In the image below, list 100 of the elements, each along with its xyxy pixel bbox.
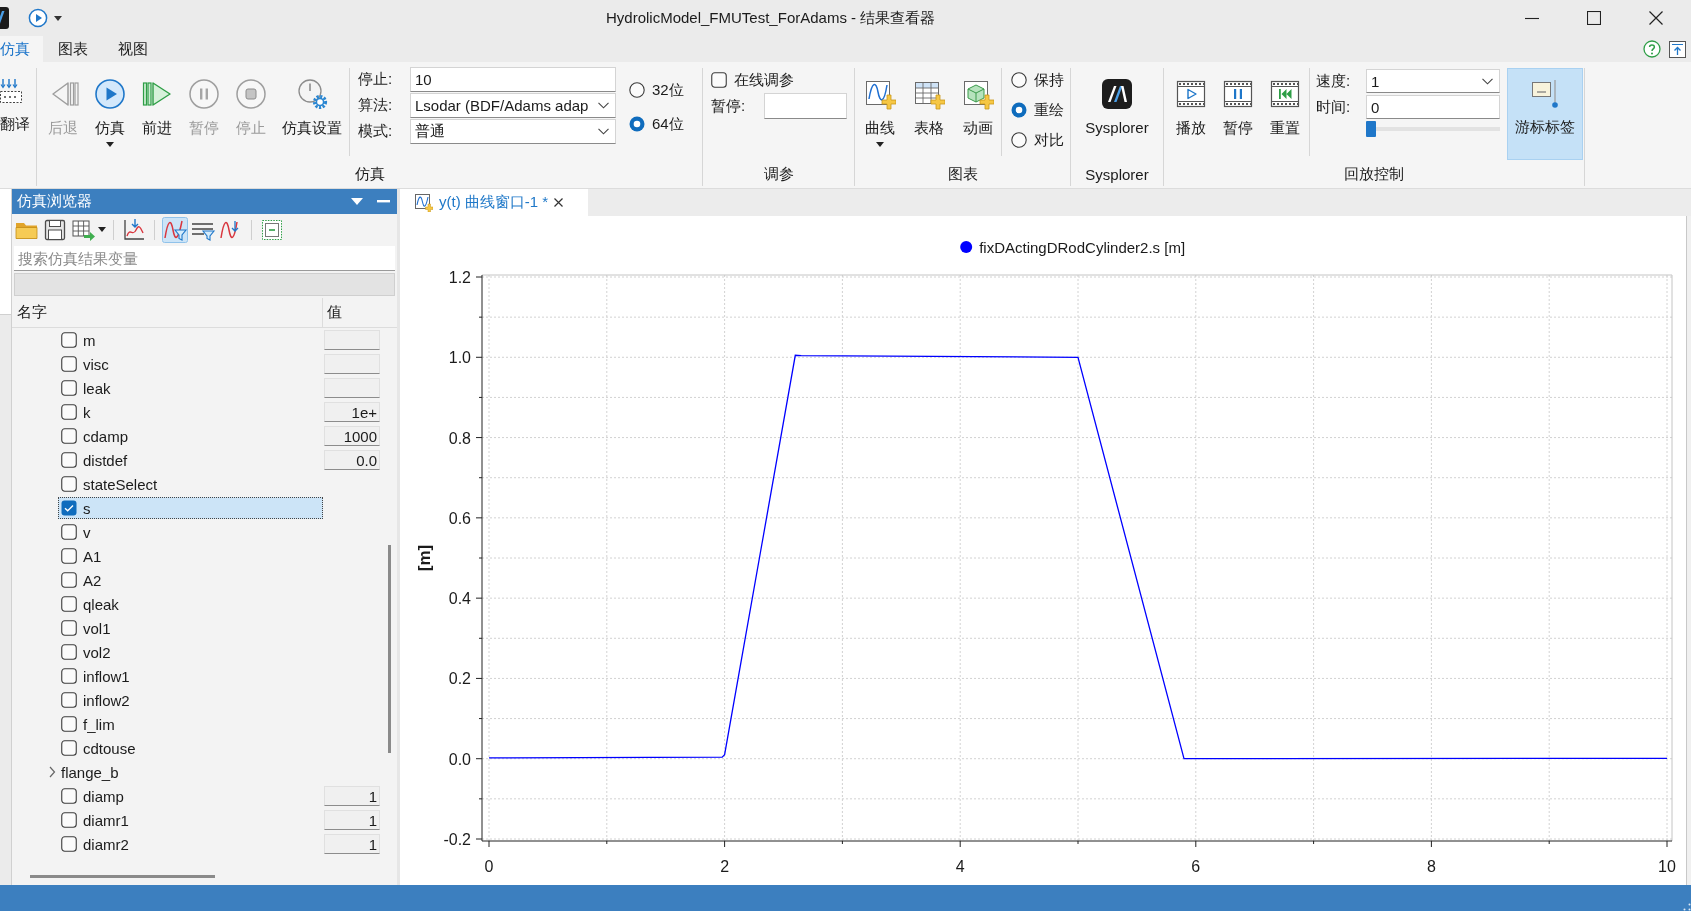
app-launch-button[interactable]: Sysplorer — [1077, 68, 1157, 138]
checkbox-option[interactable]: 在线调参 — [711, 70, 794, 90]
checkbox-icon[interactable] — [61, 332, 77, 348]
tree-item[interactable]: m — [58, 329, 323, 351]
close-icon[interactable] — [1649, 11, 1663, 25]
checkbox-icon[interactable] — [61, 740, 77, 756]
tree-item[interactable]: diamr1 — [58, 809, 323, 831]
caret-icon[interactable] — [54, 15, 62, 21]
tree-item[interactable]: vol2 — [58, 641, 323, 663]
menu-tab[interactable]: 仿真 — [0, 36, 43, 62]
table-button[interactable]: 表格 — [905, 68, 953, 138]
close-icon[interactable] — [554, 198, 564, 207]
tree-item[interactable]: vol1 — [58, 617, 323, 639]
tree-item[interactable]: stateSelect — [58, 473, 323, 495]
tree-item[interactable]: flange_b — [58, 761, 323, 783]
checkbox-icon[interactable] — [61, 644, 77, 660]
run-icon[interactable] — [28, 8, 48, 28]
chevron-icon[interactable] — [48, 766, 56, 778]
tree-item[interactable]: visc — [58, 353, 323, 375]
tree-item[interactable]: inflow1 — [58, 665, 323, 687]
compile-button[interactable]: 翻译 — [0, 68, 30, 134]
dropdown-field[interactable]: 普通 — [410, 118, 616, 144]
radio-option[interactable]: 重绘 — [1011, 100, 1064, 120]
tree-item[interactable]: A1 — [58, 545, 323, 567]
dropdown-field[interactable]: 1 — [1366, 69, 1500, 93]
checkbox-icon[interactable] — [61, 716, 77, 732]
vertical-scrollbar[interactable] — [388, 545, 391, 753]
checkbox-icon[interactable] — [61, 452, 77, 468]
checkbox-icon[interactable] — [61, 428, 77, 444]
play-playback-button[interactable]: 播放 — [1167, 68, 1215, 138]
radio-option[interactable]: 对比 — [1011, 130, 1064, 150]
menu-tab[interactable]: 视图 — [103, 36, 163, 62]
tree-item[interactable]: k — [58, 401, 323, 423]
arrow-up-box-icon[interactable] — [1669, 40, 1686, 58]
tree-item[interactable]: diamr2 — [58, 833, 323, 855]
chart-import-icon[interactable] — [121, 216, 147, 243]
help-icon[interactable] — [1643, 40, 1661, 58]
cursor-label-button[interactable]: 游标标签 — [1507, 68, 1583, 160]
checkbox-icon[interactable] — [61, 572, 77, 588]
column-header[interactable]: 值 — [327, 303, 342, 322]
horizontal-scrollbar[interactable] — [30, 875, 215, 878]
column-header[interactable]: 名字 — [17, 303, 47, 322]
checkbox-icon[interactable] — [61, 788, 77, 804]
value-field[interactable]: 1000 — [324, 426, 380, 446]
settings-button[interactable]: 仿真设置 — [274, 68, 349, 138]
input-field[interactable] — [764, 93, 847, 119]
value-field[interactable] — [324, 354, 380, 374]
checkbox-icon[interactable] — [61, 692, 77, 708]
dropdown-field[interactable]: Lsodar (BDF/Adams adap — [410, 92, 616, 118]
tree-item[interactable]: f_lim — [58, 713, 323, 735]
input-field[interactable]: 0 — [1366, 95, 1500, 119]
tree-item[interactable]: leak — [58, 377, 323, 399]
checkbox-icon[interactable] — [61, 524, 77, 540]
tree-item[interactable]: diamp — [58, 785, 323, 807]
radio-option[interactable]: 保持 — [1011, 70, 1064, 90]
checkbox-icon[interactable] — [61, 548, 77, 564]
value-field[interactable] — [324, 378, 380, 398]
checkbox-icon[interactable] — [61, 356, 77, 372]
tree-item[interactable]: cdtouse — [58, 737, 323, 759]
input-field[interactable]: 10 — [410, 66, 616, 92]
tree-item[interactable]: distdef — [58, 449, 323, 471]
radio-option[interactable]: 32位 — [629, 80, 684, 100]
checkbox-icon[interactable] — [61, 620, 77, 636]
radio-option[interactable]: 64位 — [629, 114, 684, 134]
value-field[interactable]: 1 — [324, 786, 380, 806]
checkbox-icon[interactable] — [61, 476, 77, 492]
checkbox-icon[interactable] — [61, 812, 77, 828]
filter-field[interactable] — [14, 273, 395, 296]
tree-item[interactable]: cdamp — [58, 425, 323, 447]
chevron-down-icon[interactable] — [1482, 77, 1493, 85]
value-field[interactable]: 1 — [324, 810, 380, 830]
chart-tab[interactable]: y(t) 曲线窗口-1 * — [400, 189, 588, 216]
chevron-down-icon[interactable] — [598, 127, 609, 135]
animation-button[interactable]: 动画 — [954, 68, 1001, 138]
menu-tab[interactable]: 图表 — [43, 36, 103, 62]
checkbox-icon[interactable] — [61, 380, 77, 396]
curve-filter-icon[interactable] — [162, 216, 188, 243]
value-field[interactable]: 1 — [324, 834, 380, 854]
search-field[interactable]: 搜索仿真结果变量 — [14, 246, 395, 271]
checkbox-icon[interactable] — [61, 500, 77, 516]
reset-playback-button[interactable]: 重置 — [1261, 68, 1309, 138]
checkbox-icon[interactable] — [61, 836, 77, 852]
forward-button[interactable]: 前进 — [133, 68, 181, 138]
maximize-icon[interactable] — [1587, 11, 1601, 25]
pause-playback-button[interactable]: 暂停 — [1214, 68, 1262, 138]
tree-item[interactable]: inflow2 — [58, 689, 323, 711]
tree-item[interactable]: qleak — [58, 593, 323, 615]
run-button[interactable]: 仿真 — [87, 68, 134, 147]
value-field[interactable]: 0.0 — [324, 450, 380, 470]
tree-item[interactable]: s — [58, 497, 323, 519]
value-field[interactable] — [324, 330, 380, 350]
curve-button[interactable]: 曲线 — [857, 68, 904, 147]
value-field[interactable]: 1e+ — [324, 402, 380, 422]
checkbox-icon[interactable] — [61, 404, 77, 420]
tree-item[interactable]: v — [58, 521, 323, 543]
tree-item[interactable]: A2 — [58, 569, 323, 591]
checkbox-icon[interactable] — [61, 668, 77, 684]
slider-thumb[interactable] — [1366, 121, 1376, 137]
chevron-down-icon[interactable] — [598, 101, 609, 109]
checkbox-icon[interactable] — [61, 596, 77, 612]
